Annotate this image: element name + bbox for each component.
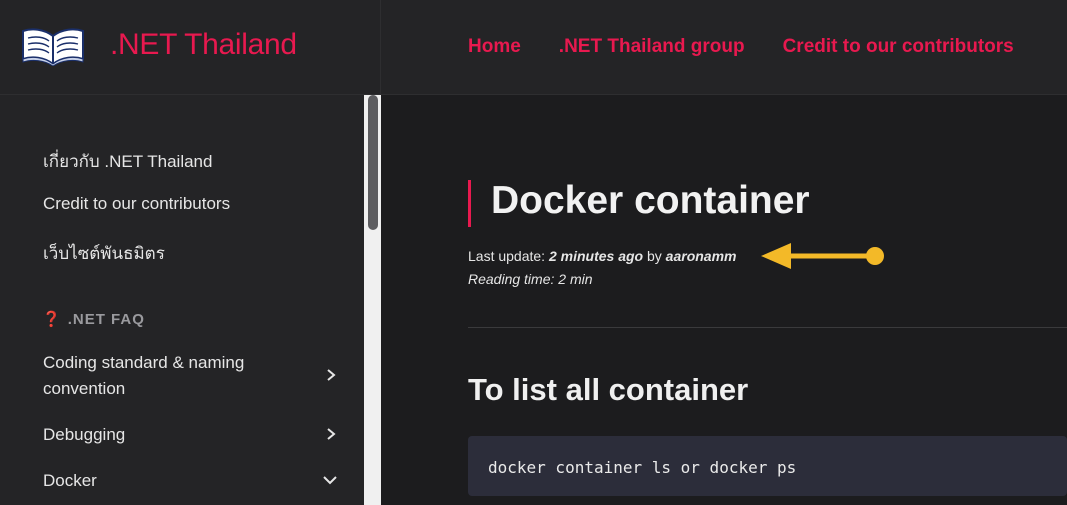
page-title: Docker container [491, 179, 810, 222]
sidebar-section-dotnet-faq: ❓ .NET FAQ [42, 310, 145, 328]
sidebar-link-partners[interactable]: เว็บไซต์พันธมิตร [43, 240, 165, 267]
sidebar-link-credit[interactable]: Credit to our contributors [43, 194, 230, 214]
code-text[interactable]: docker container ls or docker ps [488, 458, 796, 477]
chevron-right-icon [327, 428, 336, 440]
chevron-right-icon [327, 369, 336, 381]
brand-title[interactable]: .NET Thailand [110, 28, 297, 62]
author-name: aaronamm [665, 248, 737, 264]
top-nav: Home .NET Thailand group Credit to our c… [468, 36, 1014, 58]
section-heading: To list all container [468, 372, 749, 407]
chevron-down-icon [323, 476, 337, 485]
sidebar-item-docker[interactable]: Docker [43, 468, 343, 494]
code-block[interactable]: docker container ls or docker ps [468, 436, 1067, 496]
article-content: Docker container Last update: 2 minutes … [381, 95, 1067, 505]
title-accent-bar [468, 180, 471, 227]
last-update-line: Last update: 2 minutes ago by aaronamm [468, 248, 736, 264]
brand[interactable]: .NET Thailand [0, 0, 381, 95]
by-label: by [646, 248, 662, 264]
sidebar-scrollbar-thumb[interactable] [368, 95, 378, 230]
sidebar-item-label: Docker [43, 471, 97, 490]
last-update-label: Last update: [468, 248, 546, 264]
sidebar-link-about[interactable]: เกี่ยวกับ .NET Thailand [43, 148, 212, 175]
reading-time: Reading time: 2 min [468, 271, 593, 287]
nav-dotnet-thailand-group[interactable]: .NET Thailand group [559, 36, 745, 58]
sidebar-item-coding-standard[interactable]: Coding standard & naming convention [43, 350, 343, 402]
sidebar-item-label: Coding standard & naming convention [43, 353, 245, 398]
question-icon: ❓ [42, 311, 62, 328]
sidebar-item-debugging[interactable]: Debugging [43, 422, 343, 448]
sidebar: เกี่ยวกับ .NET Thailand Credit to our co… [0, 95, 381, 505]
sidebar-section-label: .NET FAQ [67, 311, 145, 328]
annotation-arrow-icon [761, 243, 884, 269]
nav-credit-contributors[interactable]: Credit to our contributors [783, 36, 1014, 58]
last-update-value: 2 minutes ago [548, 248, 644, 264]
nav-home[interactable]: Home [468, 36, 521, 58]
top-header: .NET Thailand Home .NET Thailand group C… [0, 0, 1067, 95]
open-book-icon [22, 28, 84, 66]
content-divider [468, 327, 1067, 328]
sidebar-item-label: Debugging [43, 425, 126, 444]
